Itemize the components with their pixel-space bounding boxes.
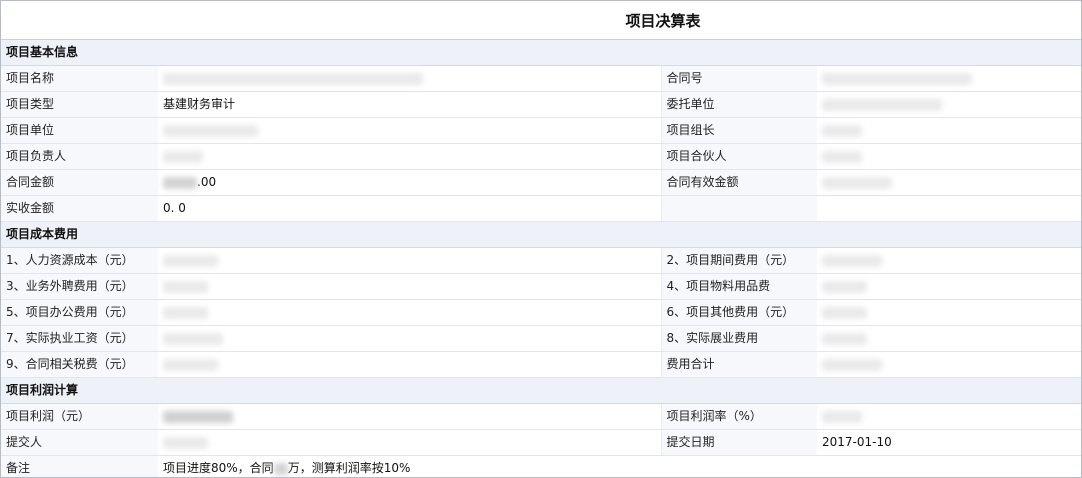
row-cost-2: 3、业务外聘费用（元） 4、项目物料用品费 — [1, 273, 1081, 300]
effective-amount-value — [817, 169, 1081, 196]
received-amount-empty-label — [660, 195, 817, 222]
project-unit-value — [158, 117, 661, 144]
other-cost-label: 6、项目其他费用（元） — [660, 299, 817, 326]
contract-amount-label: 合同金额 — [1, 169, 158, 196]
partner-value — [817, 143, 1081, 170]
contract-no-value — [817, 65, 1081, 92]
contract-amount-value: .00 — [158, 169, 661, 196]
manager-label: 项目负责人 — [1, 143, 158, 170]
project-unit-label: 项目单位 — [1, 117, 158, 144]
remark-text-end: 万，测算利润率按10% — [287, 461, 411, 475]
submitter-value — [158, 429, 661, 456]
row-cost-5: 9、合同相关税费（元） 费用合计 — [1, 351, 1081, 378]
contract-amount-suffix: .00 — [197, 175, 217, 189]
row-project-type: 项目类型 基建财务审计 委托单位 — [1, 91, 1081, 118]
section-profit: 项目利润计算 — [1, 377, 1081, 404]
row-cost-1: 1、人力资源成本（元） 2、项目期间费用（元） — [1, 247, 1081, 274]
submit-date-label: 提交日期 — [660, 429, 817, 456]
tax-value — [158, 351, 661, 378]
row-profit: 项目利润（元） 项目利润率（%） — [1, 403, 1081, 430]
wages-value — [158, 325, 661, 352]
office-value — [158, 299, 661, 326]
partner-label: 项目合伙人 — [660, 143, 817, 170]
remark-label: 备注 — [1, 455, 158, 477]
project-type-value: 基建财务审计 — [158, 91, 661, 118]
profit-value — [158, 403, 661, 430]
other-cost-value — [817, 299, 1081, 326]
section-title-cost: 项目成本费用 — [1, 221, 1081, 248]
hr-cost-label: 1、人力资源成本（元） — [1, 247, 158, 274]
profit-label: 项目利润（元） — [1, 403, 158, 430]
remark-text-start: 项目进度80%，合同 — [163, 461, 274, 475]
total-cost-value — [817, 351, 1081, 378]
row-project-unit: 项目单位 项目组长 — [1, 117, 1081, 144]
team-leader-value — [817, 117, 1081, 144]
submitter-label: 提交人 — [1, 429, 158, 456]
profit-rate-value — [817, 403, 1081, 430]
period-cost-value — [817, 247, 1081, 274]
materials-label: 4、项目物料用品费 — [660, 273, 817, 300]
settlement-form-window: 项目决算表 项目基本信息 项目名称 合同号 项目类型 基建财务审计 委托单位 项… — [0, 0, 1082, 478]
row-manager: 项目负责人 项目合伙人 — [1, 143, 1081, 170]
period-cost-label: 2、项目期间费用（元） — [660, 247, 817, 274]
section-title-profit: 项目利润计算 — [1, 377, 1081, 404]
row-cost-4: 7、实际执业工资（元） 8、实际展业费用 — [1, 325, 1081, 352]
section-basic-info: 项目基本信息 — [1, 40, 1081, 66]
client-label: 委托单位 — [660, 91, 817, 118]
remark-value: 项目进度80%，合同 万，测算利润率按10% — [158, 455, 1081, 477]
row-remark: 备注 项目进度80%，合同 万，测算利润率按10% — [1, 455, 1081, 477]
received-amount-label: 实收金额 — [1, 195, 158, 222]
row-submitter: 提交人 提交日期 2017-01-10 — [1, 429, 1081, 456]
manager-value — [158, 143, 661, 170]
hr-cost-value — [158, 247, 661, 274]
project-name-label: 项目名称 — [1, 65, 158, 92]
team-leader-label: 项目组长 — [660, 117, 817, 144]
office-label: 5、项目办公费用（元） — [1, 299, 158, 326]
client-value — [817, 91, 1081, 118]
settlement-table: 项目基本信息 项目名称 合同号 项目类型 基建财务审计 委托单位 项目单位 项目… — [1, 40, 1081, 477]
received-amount-value: 0. 0 — [158, 195, 661, 222]
section-title-basic: 项目基本信息 — [1, 40, 1081, 66]
row-cost-3: 5、项目办公费用（元） 6、项目其他费用（元） — [1, 299, 1081, 326]
page-title: 项目决算表 — [625, 11, 701, 30]
tax-label: 9、合同相关税费（元） — [1, 351, 158, 378]
section-cost: 项目成本费用 — [1, 221, 1081, 248]
total-cost-label: 费用合计 — [660, 351, 817, 378]
project-name-value — [158, 65, 661, 92]
expansion-value — [817, 325, 1081, 352]
title-bar: 项目决算表 — [1, 1, 1081, 40]
contract-no-label: 合同号 — [660, 65, 817, 92]
row-project-name: 项目名称 合同号 — [1, 65, 1081, 92]
profit-rate-label: 项目利润率（%） — [660, 403, 817, 430]
expansion-label: 8、实际展业费用 — [660, 325, 817, 352]
row-contract-amount: 合同金额 .00 合同有效金额 — [1, 169, 1081, 196]
project-type-label: 项目类型 — [1, 91, 158, 118]
wages-label: 7、实际执业工资（元） — [1, 325, 158, 352]
materials-value — [817, 273, 1081, 300]
outsourcing-label: 3、业务外聘费用（元） — [1, 273, 158, 300]
submit-date-value: 2017-01-10 — [817, 429, 1081, 456]
outsourcing-value — [158, 273, 661, 300]
row-received-amount: 实收金额 0. 0 — [1, 195, 1081, 222]
received-amount-empty-value — [817, 195, 1081, 222]
effective-amount-label: 合同有效金额 — [660, 169, 817, 196]
